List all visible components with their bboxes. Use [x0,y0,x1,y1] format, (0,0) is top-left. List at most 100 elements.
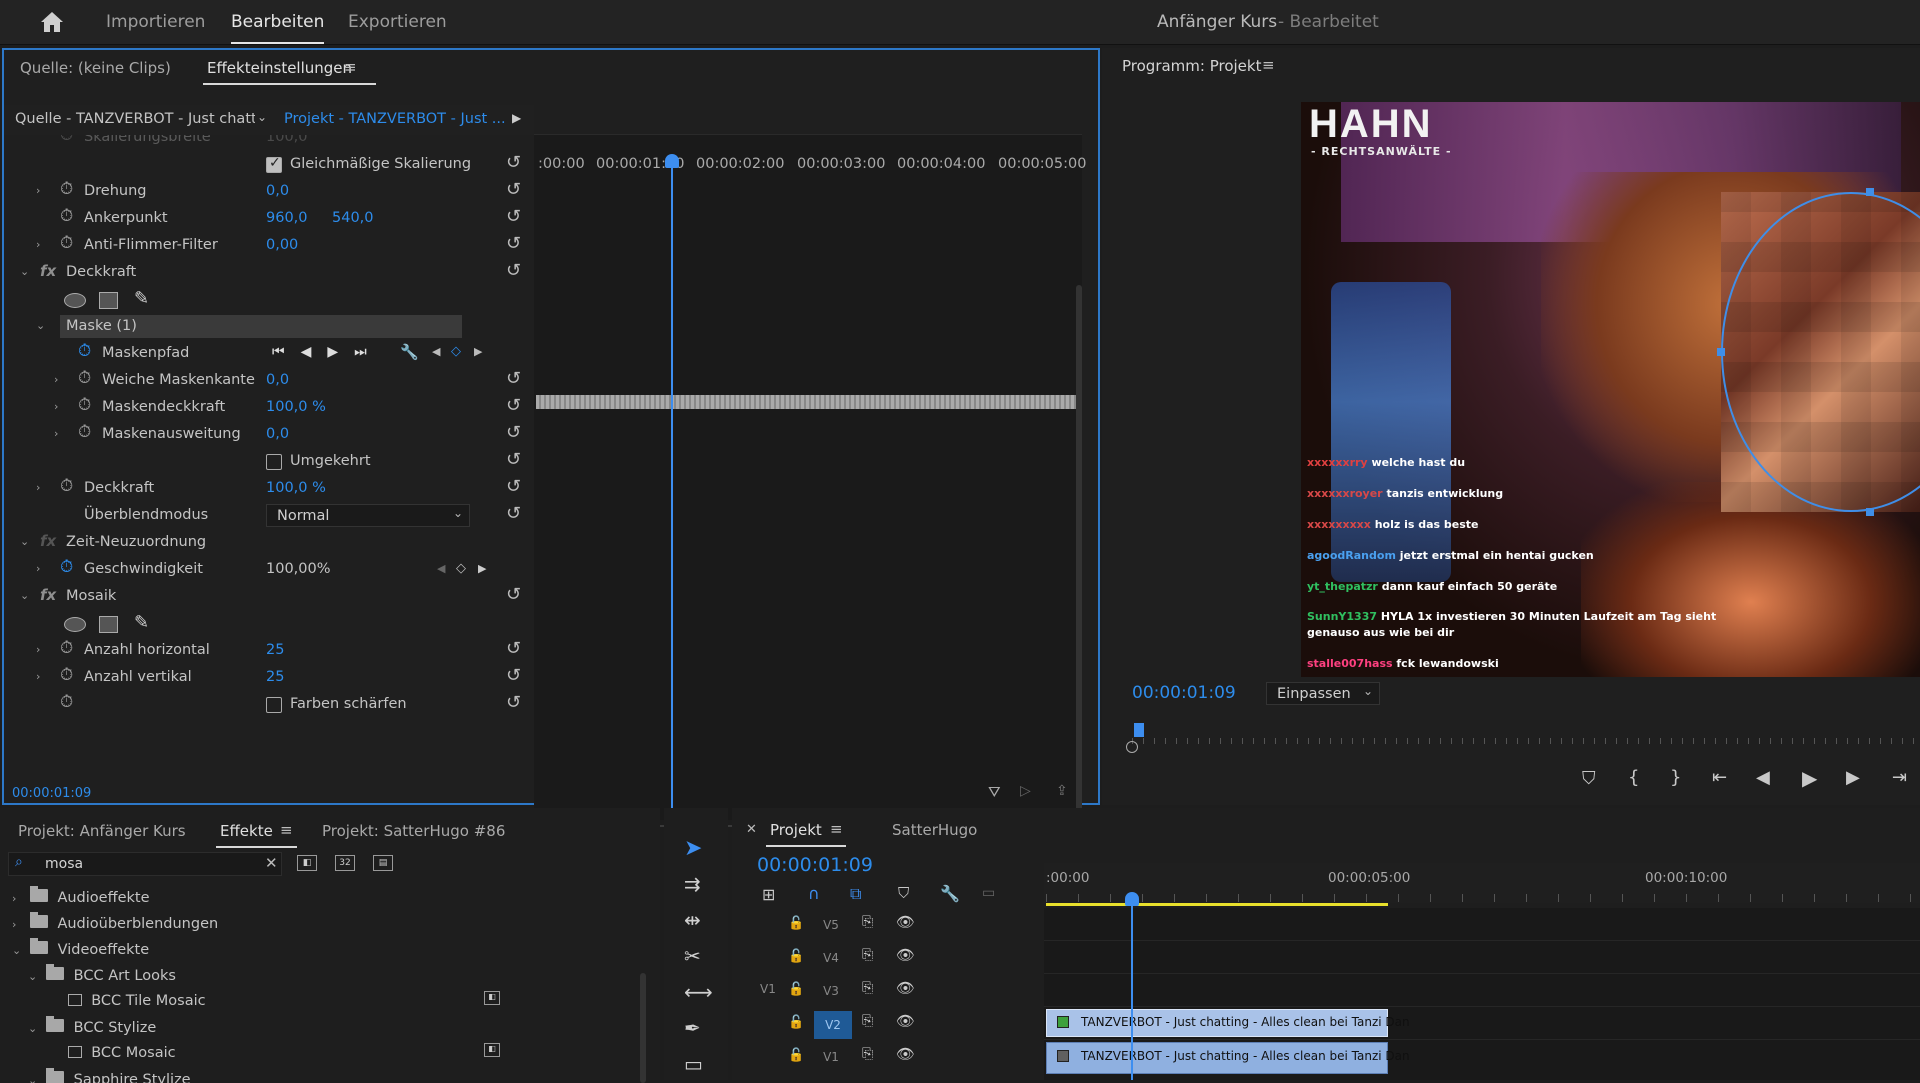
filter-icon[interactable]: ⛛ [988,783,1001,801]
razor-tool-icon[interactable]: ✂ [684,944,701,968]
selection-tool-icon[interactable]: ➤ [684,836,702,861]
pen-mask-icon[interactable]: ✎ [134,288,149,309]
anchor-y-value[interactable]: 540,0 [332,210,374,226]
sync-lock-icon[interactable]: ⎘ [862,980,873,996]
prev-keyframe-icon[interactable]: ◀ [432,345,440,358]
marker-icon[interactable]: ⛉ [898,884,909,902]
mask-vertex[interactable] [1866,188,1874,196]
blend-mode-select[interactable]: Normal ⌄ [266,504,470,527]
mask-expansion-value[interactable]: 0,0 [266,426,289,442]
tab-export[interactable]: Exportieren [348,12,447,32]
lock-icon[interactable]: 🔓 [788,982,804,997]
uniform-scale-checkbox[interactable] [266,155,282,173]
sharpen-colors-checkbox[interactable] [266,697,282,713]
chevron-down-icon[interactable]: ⌄ [36,319,45,332]
track-label-v1[interactable]: V1 [814,1047,848,1067]
source-patch-v1[interactable]: V1 [760,982,776,996]
feather-value[interactable]: 0,0 [266,372,289,388]
chevron-right-icon[interactable]: › [54,400,58,413]
reset-icon[interactable]: ↺ [506,692,521,713]
panel-menu-icon[interactable]: ≡ [1262,56,1275,74]
prev-keyframe-icon[interactable]: ◀ [437,562,445,575]
panel-menu-icon[interactable]: ≡ [280,821,293,839]
wrench-icon[interactable]: 🔧 [400,343,419,361]
eye-icon[interactable]: 👁 [896,1012,915,1030]
program-timecode[interactable]: 00:00:01:09 [1132,683,1236,703]
track-label-v4[interactable]: V4 [814,948,848,968]
panel-menu-icon[interactable]: ≡ [344,58,357,76]
track-label-v5[interactable]: V5 [814,915,848,935]
rectangle-mask-icon[interactable] [99,616,118,633]
fx-badge-icon[interactable]: fx [40,262,56,280]
mask-track-controls[interactable]: ⏮◀▶⏭ [272,344,383,360]
captions-icon[interactable]: ▭ [982,885,995,901]
chevron-down-icon[interactable]: ⌄ [20,589,29,602]
track-select-tool-icon[interactable]: ⇉ [684,872,701,896]
fit-select[interactable]: Einpassen ⌄ [1266,682,1380,705]
anchor-x-value[interactable]: 960,0 [266,210,308,226]
effects-search-input[interactable]: ⌕ mosa ✕ [8,852,282,876]
ripple-icon[interactable]: ▷ [1020,783,1031,799]
sync-lock-icon[interactable]: ⎘ [862,1046,873,1062]
zoom-handle[interactable] [1126,741,1138,753]
mark-out-icon[interactable]: } [1670,767,1681,788]
track-lanes[interactable]: TANZVERBOT - Just chatting - Alles clean… [1044,908,1920,1080]
snap-icon[interactable]: ∩ [808,884,820,903]
mask-vertex[interactable] [1866,508,1874,516]
reset-icon[interactable]: ↺ [506,638,521,659]
reset-icon[interactable]: ↺ [506,503,521,524]
reset-icon[interactable]: ↺ [506,179,521,200]
pen-tool-icon[interactable]: ✒ [684,1016,701,1040]
linked-selection-icon[interactable]: ⧉ [850,884,861,904]
stopwatch-icon[interactable]: ⏱ [60,233,73,253]
close-tab-icon[interactable]: ✕ [746,822,757,837]
pen-mask-icon[interactable]: ✎ [134,612,149,633]
antiflicker-value[interactable]: 0,00 [266,237,298,253]
clip-v1[interactable]: TANZVERBOT - Just chatting - Alles clean… [1046,1042,1410,1074]
mask-vertex[interactable] [1717,348,1725,356]
yuv-effects-icon[interactable]: ▤ [373,855,393,871]
reset-icon[interactable]: ↺ [506,260,521,281]
stopwatch-icon[interactable]: ⏱ [60,638,73,658]
eye-icon[interactable]: 👁 [896,979,915,997]
tab-edit[interactable]: Bearbeiten [231,12,325,44]
rectangle-tool-icon[interactable]: ▭ [684,1052,703,1076]
export-icon[interactable]: ⇪ [1056,783,1068,799]
tab-effect-controls[interactable]: Effekteinstellungen [202,59,377,85]
inverted-checkbox[interactable] [266,454,282,470]
reset-icon[interactable]: ↺ [506,206,521,227]
reset-icon[interactable]: ↺ [506,584,521,605]
tab-source[interactable]: Quelle: (keine Clips) [20,59,171,77]
tree-item-bcc-art-looks[interactable]: ⌄ BCC Art Looks [28,964,176,984]
tab-project-anfaenger[interactable]: Projekt: Anfänger Kurs [18,822,186,840]
sync-lock-icon[interactable]: ⎘ [862,1013,873,1029]
reset-icon[interactable]: ↺ [506,233,521,254]
eye-icon[interactable]: 👁 [896,913,915,931]
lock-icon[interactable]: 🔓 [788,1015,804,1030]
lock-icon[interactable]: 🔓 [788,949,804,964]
clear-search-icon[interactable]: ✕ [265,854,278,872]
stopwatch-icon[interactable]: ⏱ [78,368,91,388]
keyframe-icon[interactable]: ◇ [451,344,461,359]
project-clip-link[interactable]: Projekt - TANZVERBOT - Just ... [284,111,506,127]
panel-menu-icon[interactable]: ≡ [830,820,843,838]
video-frame[interactable]: HAHN - RECHTSANWÄLTE - xxxxxxrry welche … [1301,102,1920,677]
nest-icon[interactable]: ⊞ [762,885,775,904]
stopwatch-icon[interactable]: ⏱ [60,476,73,496]
effects-scrollbar[interactable] [640,973,646,1083]
tree-item-bcc-tile-mosaic[interactable]: BCC Tile Mosaic [68,993,206,1009]
lock-icon[interactable]: 🔓 [788,1048,804,1063]
tab-import[interactable]: Importieren [106,12,205,32]
keyframe-ruler[interactable] [534,105,1082,135]
stopwatch-active-icon[interactable]: ⏱ [60,557,73,577]
track-label-v2[interactable]: V2 [814,1011,852,1039]
eye-icon[interactable]: 👁 [896,946,915,964]
horiz-value[interactable]: 25 [266,642,284,658]
play-icon[interactable]: ▶ [1802,766,1817,790]
timeline-timecode[interactable]: 00:00:01:09 [757,854,873,876]
vertical-scrollbar[interactable] [1076,285,1082,865]
chevron-right-icon[interactable]: › [54,427,58,440]
opacity-value[interactable]: 100,0 % [266,480,326,496]
rectangle-mask-icon[interactable] [99,292,118,309]
ellipse-mask-icon[interactable] [64,293,86,308]
